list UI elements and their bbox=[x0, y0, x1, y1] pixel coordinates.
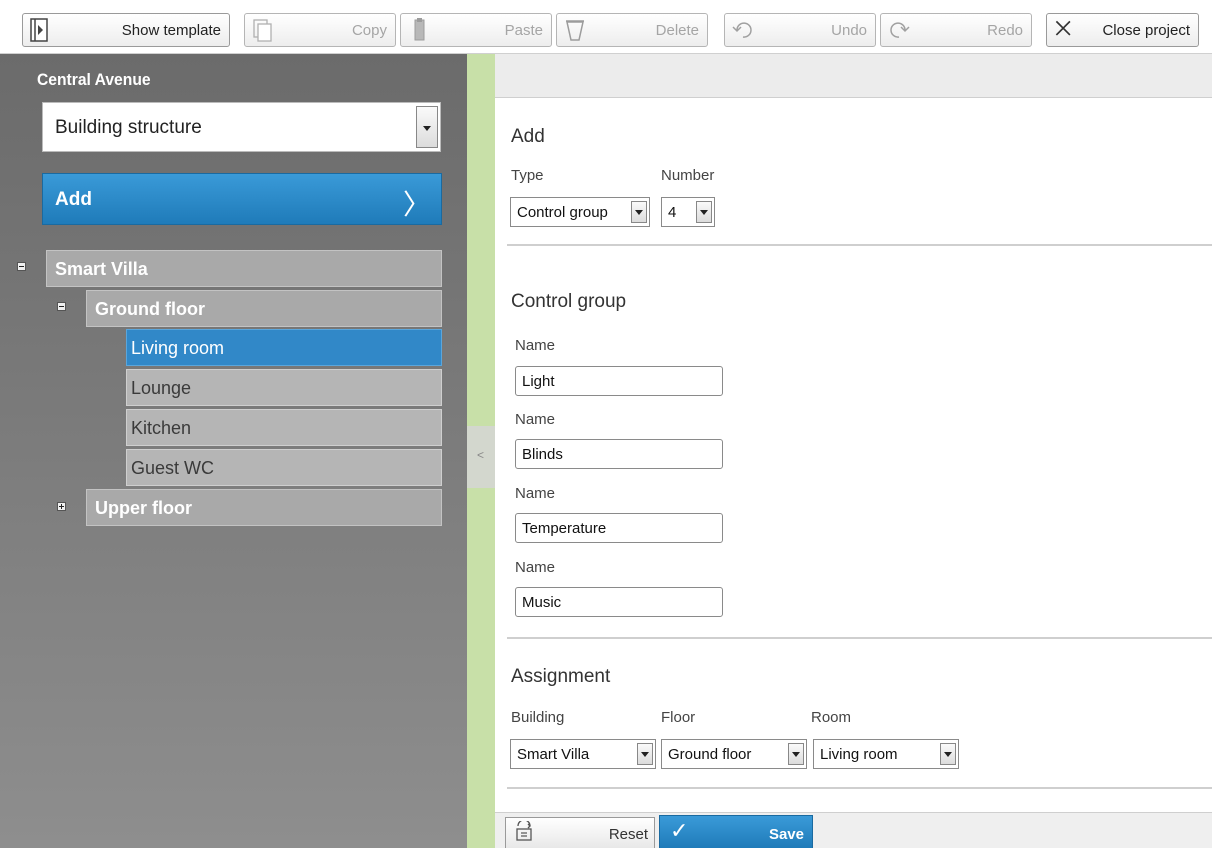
floor-select[interactable]: Ground floor bbox=[661, 739, 807, 769]
toolbar: Show template Copy Paste Delete Undo Red… bbox=[0, 0, 1212, 54]
assignment-title: Assignment bbox=[511, 666, 611, 687]
chevron-down-icon bbox=[637, 743, 653, 765]
tree-node-living-room[interactable]: Living room bbox=[126, 329, 442, 366]
name-input-3[interactable] bbox=[515, 513, 723, 543]
chevron-down-icon bbox=[416, 106, 438, 148]
undo-label: Undo bbox=[831, 22, 867, 39]
tree-node-label: Upper floor bbox=[95, 498, 192, 518]
view-select[interactable]: Building structure bbox=[42, 102, 441, 152]
room-select-value: Living room bbox=[820, 746, 898, 763]
reset-button[interactable]: Reset bbox=[505, 817, 655, 848]
chevron-down-icon bbox=[940, 743, 956, 765]
name-input-4[interactable] bbox=[515, 587, 723, 617]
detail-header bbox=[495, 54, 1212, 98]
name-label: Name bbox=[515, 559, 556, 576]
building-label: Building bbox=[511, 709, 565, 726]
name-input-2[interactable] bbox=[515, 439, 723, 469]
name-label: Name bbox=[515, 485, 556, 502]
chevron-down-icon bbox=[696, 201, 712, 223]
add-section-title: Add bbox=[511, 126, 545, 147]
close-project-button[interactable]: Close project bbox=[1046, 13, 1199, 47]
tree-node-building[interactable]: Smart Villa bbox=[46, 250, 442, 287]
tree-node-upper-floor[interactable]: Upper floor bbox=[86, 489, 442, 526]
structure-panel: Central Avenue Building structure Add 〉 … bbox=[0, 54, 467, 848]
divider bbox=[507, 787, 1212, 789]
number-select[interactable]: 4 bbox=[661, 197, 715, 227]
tree-node-label: Guest WC bbox=[131, 458, 215, 478]
save-label: Save bbox=[768, 826, 804, 843]
tree-node-guest-wc[interactable]: Guest WC bbox=[126, 449, 442, 486]
name-label: Name bbox=[515, 411, 556, 428]
chevron-right-icon: 〉 bbox=[402, 189, 431, 220]
redo-icon bbox=[890, 22, 910, 38]
type-select-value: Control group bbox=[517, 204, 608, 221]
view-select-value: Building structure bbox=[55, 117, 202, 138]
number-select-value: 4 bbox=[668, 204, 677, 221]
tree-node-label: Kitchen bbox=[131, 418, 192, 438]
control-group-title: Control group bbox=[511, 291, 627, 312]
reset-label: Reset bbox=[608, 826, 648, 843]
paste-icon bbox=[414, 18, 425, 41]
collapse-icon[interactable] bbox=[17, 262, 26, 271]
room-select[interactable]: Living room bbox=[813, 739, 959, 769]
tree-node-label: Ground floor bbox=[95, 299, 205, 319]
room-label: Room bbox=[811, 709, 852, 726]
type-label: Type bbox=[511, 167, 544, 184]
tree-node-label: Living room bbox=[131, 338, 225, 358]
copy-button[interactable]: Copy bbox=[244, 13, 396, 47]
tree-node-kitchen[interactable]: Kitchen bbox=[126, 409, 442, 446]
chevron-down-icon bbox=[631, 201, 647, 223]
collapse-left-icon: < bbox=[477, 448, 485, 462]
redo-button[interactable]: Redo bbox=[880, 13, 1032, 47]
add-button-label: Add bbox=[55, 189, 92, 210]
project-title: Central Avenue bbox=[37, 70, 151, 89]
undo-icon bbox=[732, 22, 752, 38]
paste-button[interactable]: Paste bbox=[400, 13, 552, 47]
splitter-handle[interactable]: < bbox=[467, 426, 495, 488]
type-select[interactable]: Control group bbox=[510, 197, 650, 227]
reset-icon bbox=[516, 821, 532, 841]
paste-label: Paste bbox=[504, 22, 543, 39]
check-icon: ✓ bbox=[670, 818, 689, 843]
building-select-value: Smart Villa bbox=[517, 746, 590, 763]
close-project-label: Close project bbox=[1102, 22, 1190, 39]
panel-toggle-icon bbox=[30, 18, 48, 42]
add-button[interactable]: Add 〉 bbox=[42, 173, 442, 225]
tree-node-ground-floor[interactable]: Ground floor bbox=[86, 290, 442, 327]
building-select[interactable]: Smart Villa bbox=[510, 739, 656, 769]
panel-splitter[interactable]: < bbox=[467, 54, 495, 848]
tree-node-label: Lounge bbox=[131, 378, 192, 398]
name-input-1[interactable] bbox=[515, 366, 723, 396]
delete-button[interactable]: Delete bbox=[556, 13, 708, 47]
number-label: Number bbox=[661, 167, 715, 184]
collapse-icon[interactable] bbox=[57, 302, 66, 311]
floor-label: Floor bbox=[661, 709, 696, 726]
save-button[interactable]: ✓ Save bbox=[659, 815, 813, 848]
action-bar: Reset ✓ Save bbox=[495, 812, 1212, 848]
floor-select-value: Ground floor bbox=[668, 746, 752, 763]
close-icon bbox=[1055, 20, 1071, 36]
expand-icon[interactable] bbox=[57, 502, 66, 511]
divider bbox=[507, 244, 1212, 246]
detail-panel: Add Type Number Control group 4 Control … bbox=[495, 54, 1212, 848]
copy-icon bbox=[253, 19, 272, 42]
tree-node-label: Smart Villa bbox=[55, 259, 148, 279]
undo-button[interactable]: Undo bbox=[724, 13, 876, 47]
divider bbox=[507, 637, 1212, 639]
redo-label: Redo bbox=[987, 22, 1023, 39]
tree-node-lounge[interactable]: Lounge bbox=[126, 369, 442, 406]
chevron-down-icon bbox=[788, 743, 804, 765]
show-template-label: Show template bbox=[121, 22, 221, 39]
name-label: Name bbox=[515, 337, 556, 354]
trash-icon bbox=[566, 20, 584, 41]
delete-label: Delete bbox=[655, 22, 699, 39]
show-template-button[interactable]: Show template bbox=[22, 13, 230, 47]
copy-label: Copy bbox=[351, 22, 387, 39]
